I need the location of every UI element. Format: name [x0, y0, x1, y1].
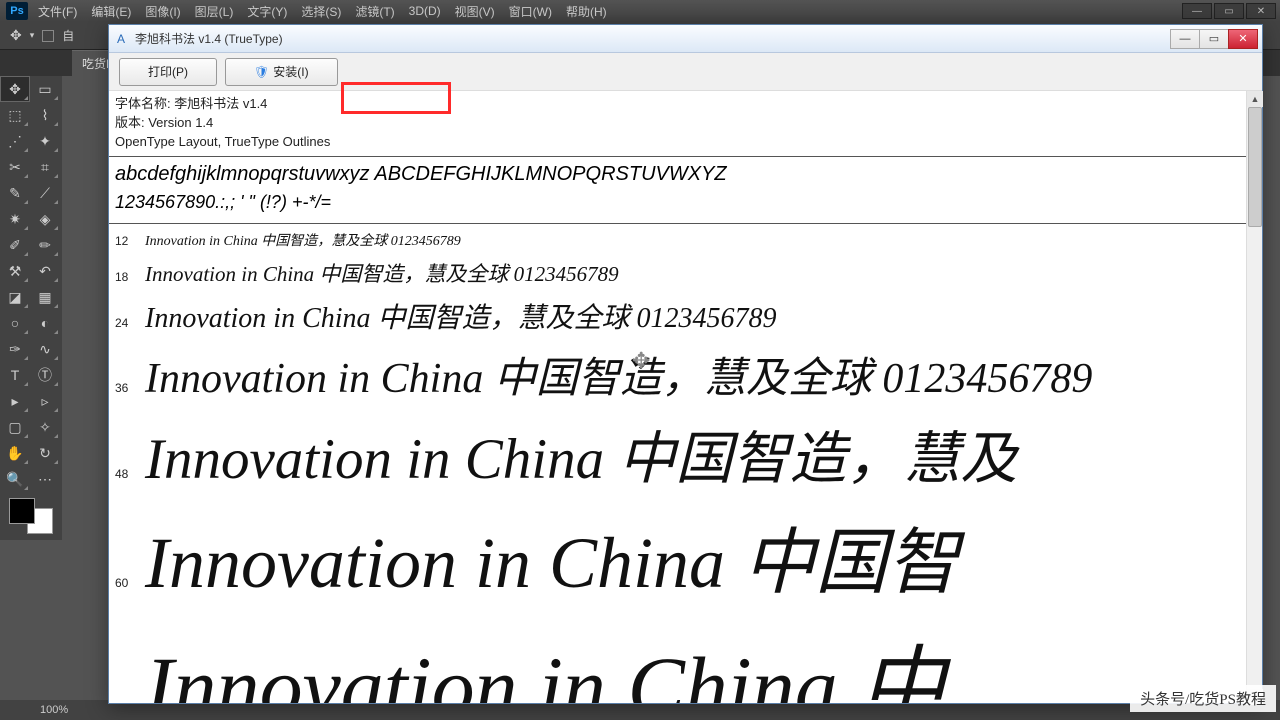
font-maximize-button[interactable]: ▭ — [1199, 29, 1229, 49]
sample-text-36: Innovation in China 中国智造，慧及全球 0123456789 — [145, 344, 1092, 405]
menu-select[interactable]: 选择(S) — [301, 3, 341, 20]
font-window-title: 李旭科书法 v1.4 (TrueType) — [135, 30, 283, 47]
font-minimize-button[interactable]: — — [1170, 29, 1200, 49]
scroll-up-button[interactable]: ▲ — [1247, 91, 1263, 107]
watermark-label: 头条号/吃货PS教程 — [1130, 685, 1276, 712]
charset-alpha: abcdefghijklmnopqrstuvwxyz ABCDEFGHIJKLM… — [115, 163, 1240, 186]
ps-window-controls: — ▭ ✕ — [1182, 3, 1280, 19]
ps-menubar: Ps 文件(F) 编辑(E) 图像(I) 图层(L) 文字(Y) 选择(S) 滤… — [0, 0, 1280, 22]
eyedropper-tool[interactable]: ✎ — [0, 180, 30, 206]
menu-3d[interactable]: 3D(D) — [409, 4, 441, 18]
menu-edit[interactable]: 编辑(E) — [91, 3, 131, 20]
gradient-tool[interactable]: ▦ — [30, 284, 60, 310]
sample-text-60: Innovation in China 中国智 — [145, 503, 959, 608]
magic-wand-tool[interactable]: ⋰ — [0, 128, 30, 154]
blur-tool[interactable]: ○ — [0, 310, 30, 336]
direct-select-tool[interactable]: ▹ — [30, 388, 60, 414]
scroll-thumb[interactable] — [1248, 107, 1262, 227]
ps-minimize-button[interactable]: — — [1182, 3, 1212, 19]
type-tool[interactable]: T — [0, 362, 30, 388]
font-viewer-window: A 李旭科书法 v1.4 (TrueType) — ▭ ✕ 打印(P) 🛡 安装… — [108, 24, 1263, 704]
patch-tool[interactable]: ◈ — [30, 206, 60, 232]
rotate-view-tool[interactable]: ↻ — [30, 440, 60, 466]
custom-shape-tool[interactable]: ✧ — [30, 414, 60, 440]
autoselect-label: 自 — [62, 27, 74, 44]
ps-toolbox: ✥ ▭ ⬚ ⌇ ⋰ ✦ ✂ ⌗ ✎ ⟋ ✷ ◈ ✐ ✏ ⚒ ↶ ◪ ▦ ○ ◐ … — [0, 76, 62, 540]
sample-size-24: 24 — [115, 316, 145, 330]
sample-text-12: Innovation in China 中国智造，慧及全球 0123456789 — [145, 230, 461, 250]
edit-toolbar[interactable]: ⋯ — [30, 466, 60, 492]
pen-tool[interactable]: ✑ — [0, 336, 30, 362]
sample-size-60: 60 — [115, 576, 145, 590]
menu-help[interactable]: 帮助(H) — [566, 3, 607, 20]
quick-select-tool[interactable]: ✦ — [30, 128, 60, 154]
sample-text-72: Innovation in China 中 — [145, 616, 945, 703]
stamp-tool[interactable]: ⚒ — [0, 258, 30, 284]
move-tool[interactable]: ✥ — [0, 76, 30, 102]
freeform-pen-tool[interactable]: ∿ — [30, 336, 60, 362]
slice-tool[interactable]: ⌗ — [30, 154, 60, 180]
font-info: 字体名称: 李旭科书法 v1.4 版本: Version 1.4 OpenTyp… — [109, 91, 1246, 157]
brush-tool[interactable]: ✐ — [0, 232, 30, 258]
marquee-tool[interactable]: ⬚ — [0, 102, 30, 128]
menu-file[interactable]: 文件(F) — [38, 3, 77, 20]
dropdown-indicator-icon[interactable]: ▾ — [30, 30, 35, 41]
artboard-tool[interactable]: ▭ — [30, 76, 60, 102]
crop-tool[interactable]: ✂ — [0, 154, 30, 180]
dodge-tool[interactable]: ◐ — [30, 310, 60, 336]
ps-close-button[interactable]: ✕ — [1246, 3, 1276, 19]
print-button[interactable]: 打印(P) — [119, 58, 217, 86]
foreground-color[interactable] — [9, 498, 35, 524]
font-charset-preview: abcdefghijklmnopqrstuvwxyz ABCDEFGHIJKLM… — [109, 157, 1246, 224]
install-button[interactable]: 🛡 安装(I) — [225, 58, 338, 86]
sample-text-48: Innovation in China 中国智造，慧及 — [145, 413, 1017, 495]
ps-maximize-button[interactable]: ▭ — [1214, 3, 1244, 19]
sample-size-18: 18 — [115, 270, 145, 284]
font-close-button[interactable]: ✕ — [1228, 29, 1258, 49]
font-samples: 12Innovation in China 中国智造，慧及全球 01234567… — [109, 224, 1246, 703]
menu-view[interactable]: 视图(V) — [455, 3, 495, 20]
shape-tool[interactable]: ▢ — [0, 414, 30, 440]
sample-size-12: 12 — [115, 234, 145, 248]
move-tool-icon: ✥ — [10, 27, 22, 44]
charset-digits: 1234567890.:,; ' " (!?) +-*/= — [115, 192, 1240, 213]
healing-brush-tool[interactable]: ✷ — [0, 206, 30, 232]
ps-logo: Ps — [6, 2, 28, 20]
eraser-tool[interactable]: ◪ — [0, 284, 30, 310]
font-tech-label: OpenType Layout, TrueType Outlines — [115, 133, 1240, 152]
hand-tool[interactable]: ✋ — [0, 440, 30, 466]
menu-type[interactable]: 文字(Y) — [247, 3, 287, 20]
font-version-label: 版本: Version 1.4 — [115, 114, 1240, 133]
lasso-tool[interactable]: ⌇ — [30, 102, 60, 128]
history-brush-tool[interactable]: ↶ — [30, 258, 60, 284]
type-mask-tool[interactable]: Ⓣ — [30, 362, 60, 388]
color-swatch[interactable] — [3, 496, 59, 536]
autoselect-checkbox[interactable] — [42, 30, 54, 42]
sample-size-36: 36 — [115, 381, 145, 395]
sample-size-48: 48 — [115, 467, 145, 481]
font-preview-body: 字体名称: 李旭科书法 v1.4 版本: Version 1.4 OpenTyp… — [109, 91, 1262, 703]
font-name-label: 字体名称: 李旭科书法 v1.4 — [115, 95, 1240, 114]
menu-layer[interactable]: 图层(L) — [195, 3, 234, 20]
ruler-tool[interactable]: ⟋ — [30, 180, 60, 206]
font-scrollbar[interactable]: ▲ ▼ — [1246, 91, 1262, 705]
menu-filter[interactable]: 滤镜(T) — [355, 3, 394, 20]
font-window-titlebar[interactable]: A 李旭科书法 v1.4 (TrueType) — ▭ ✕ — [109, 25, 1262, 53]
font-file-icon: A — [113, 31, 129, 47]
menu-image[interactable]: 图像(I) — [145, 3, 180, 20]
menu-window[interactable]: 窗口(W) — [509, 3, 552, 20]
zoom-tool[interactable]: 🔍 — [0, 466, 30, 492]
zoom-level[interactable]: 100% — [40, 704, 68, 716]
path-select-tool[interactable]: ▸ — [0, 388, 30, 414]
shield-icon: 🛡 — [254, 65, 269, 79]
sample-text-24: Innovation in China 中国智造，慧及全球 0123456789 — [145, 296, 777, 336]
sample-text-18: Innovation in China 中国智造，慧及全球 0123456789 — [145, 258, 619, 288]
pencil-tool[interactable]: ✏ — [30, 232, 60, 258]
font-toolbar: 打印(P) 🛡 安装(I) — [109, 53, 1262, 91]
